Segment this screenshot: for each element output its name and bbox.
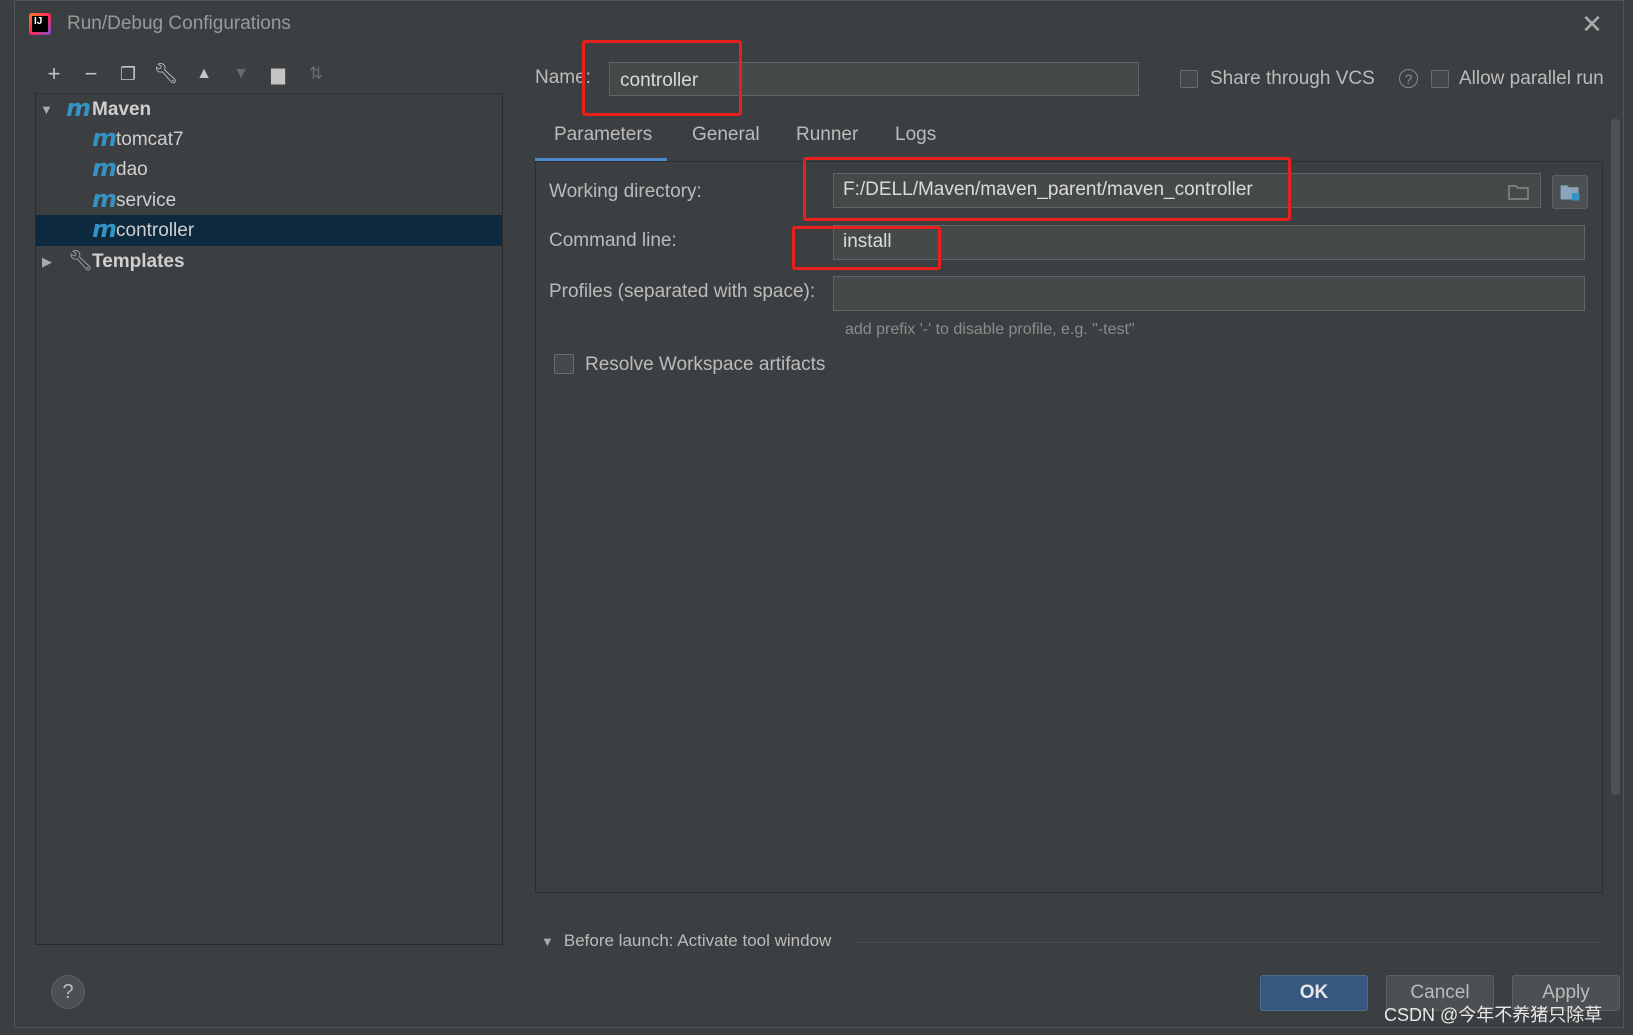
intellij-icon: IJ — [29, 13, 51, 35]
share-vcs-checkbox[interactable] — [1180, 70, 1198, 88]
folder-open-icon[interactable] — [1508, 184, 1530, 200]
before-launch-label: Before launch: Activate tool window — [563, 931, 832, 950]
tree-label: tomcat7 — [116, 129, 184, 150]
help-icon[interactable]: ? — [1399, 69, 1418, 88]
move-up-icon[interactable]: ▲ — [189, 59, 219, 89]
chevron-down-icon[interactable]: ▼ — [40, 94, 54, 125]
command-line-field[interactable]: install — [833, 225, 1585, 260]
wrench-icon: 🔧︎ — [68, 250, 94, 272]
tree-node-service[interactable]: m service — [36, 185, 502, 216]
tab-logs[interactable]: Logs — [895, 119, 936, 161]
maven-icon: m — [92, 124, 118, 152]
share-vcs-label: Share through VCS — [1210, 68, 1375, 89]
command-line-label: Command line: — [549, 230, 677, 251]
tree-node-controller[interactable]: m controller — [36, 215, 502, 246]
ide-background-right — [1624, 0, 1633, 1035]
browse-module-button[interactable] — [1552, 175, 1588, 209]
tree-node-tomcat7[interactable]: m tomcat7 — [36, 124, 502, 155]
tree-label: dao — [116, 159, 148, 180]
tab-runner[interactable]: Runner — [796, 119, 858, 161]
maven-icon: m — [92, 185, 118, 213]
tree-label: controller — [116, 220, 195, 241]
parameters-panel — [535, 161, 1603, 893]
name-label: Name: — [535, 67, 591, 88]
title-bar[interactable]: IJ Run/Debug Configurations ✕ — [15, 1, 1623, 49]
config-tree: ▼ m Maven m tomcat7 m dao m service m co… — [35, 93, 503, 945]
watermark: CSDN @今年不养猪只除草 — [1384, 1005, 1603, 1025]
profiles-label: Profiles (separated with space): — [549, 281, 816, 302]
working-directory-label: Working directory: — [549, 181, 702, 202]
working-directory-field[interactable]: F:/DELL/Maven/maven_parent/maven_control… — [833, 173, 1541, 208]
tree-node-maven[interactable]: ▼ m Maven — [36, 94, 502, 125]
chevron-down-icon: ▼ — [541, 934, 554, 949]
tree-node-templates[interactable]: ▶ 🔧︎ Templates — [36, 246, 502, 277]
resolve-workspace-checkbox[interactable] — [554, 354, 574, 374]
run-debug-dialog: IJ Run/Debug Configurations ✕ + − ❐ 🔧︎ ▲… — [14, 0, 1624, 1028]
minus-icon[interactable]: − — [76, 59, 106, 89]
name-field[interactable]: controller — [609, 62, 1139, 96]
profiles-field[interactable] — [833, 276, 1585, 311]
plus-icon[interactable]: + — [39, 59, 69, 89]
tree-label: service — [116, 190, 177, 211]
ok-button[interactable]: OK — [1260, 975, 1368, 1011]
copy-icon[interactable]: ❐ — [113, 59, 143, 89]
module-folder-icon — [1560, 185, 1580, 201]
maven-icon: m — [66, 94, 92, 122]
before-launch-section[interactable]: ▼ Before launch: Activate tool window — [541, 931, 831, 951]
tab-general[interactable]: General — [692, 119, 760, 161]
maven-icon: m — [92, 154, 118, 182]
allow-parallel-label: Allow parallel run — [1459, 68, 1604, 89]
tree-label: Templates — [92, 251, 185, 272]
wrench-icon[interactable]: 🔧︎ — [151, 59, 181, 89]
close-icon[interactable]: ✕ — [1579, 11, 1605, 37]
maven-icon: m — [92, 215, 118, 243]
move-down-icon[interactable]: ▼ — [226, 59, 256, 89]
profiles-hint: add prefix '-' to disable profile, e.g. … — [845, 321, 1135, 338]
sort-icon[interactable]: ⇅ — [301, 59, 331, 89]
chevron-right-icon[interactable]: ▶ — [42, 246, 56, 277]
ide-background-bottom — [0, 1028, 1633, 1035]
dialog-title: Run/Debug Configurations — [67, 13, 291, 34]
tree-label: Maven — [92, 99, 152, 120]
help-button[interactable]: ? — [51, 975, 85, 1009]
scrollbar[interactable] — [1611, 119, 1620, 795]
divider — [855, 942, 1601, 943]
allow-parallel-checkbox[interactable] — [1431, 70, 1449, 88]
new-folder-icon[interactable]: ▆ — [263, 59, 293, 89]
resolve-workspace-label: Resolve Workspace artifacts — [585, 354, 826, 375]
tree-node-dao[interactable]: m dao — [36, 154, 502, 185]
ide-background-left — [0, 0, 14, 1035]
tab-parameters[interactable]: Parameters — [535, 119, 667, 161]
